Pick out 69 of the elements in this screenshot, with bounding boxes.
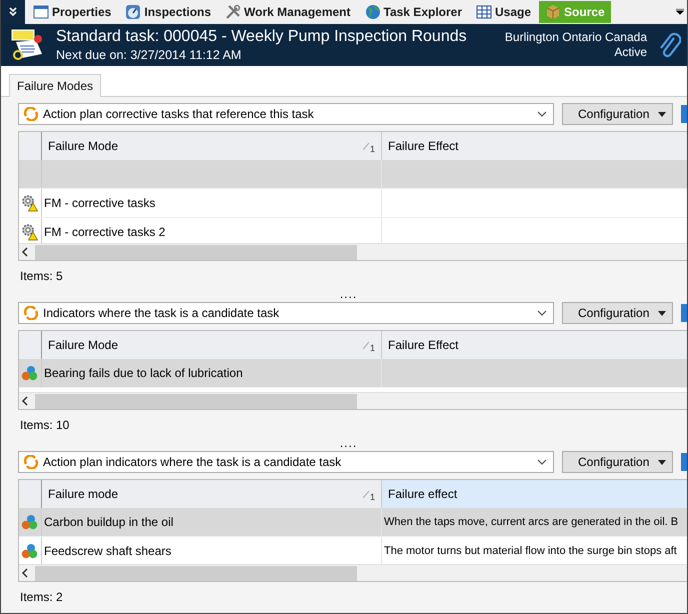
gear-warning-icon bbox=[21, 194, 39, 212]
table-cell: Bearing fails due to lack of lubrication bbox=[44, 366, 243, 380]
dropdown-arrow-icon bbox=[658, 310, 666, 316]
column-header[interactable]: Failure Effect bbox=[382, 331, 687, 359]
column-header[interactable]: Failure effect bbox=[382, 480, 687, 508]
query-dropdown[interactable]: Action plan corrective tasks that reference this task bbox=[18, 103, 554, 125]
tools-icon bbox=[225, 4, 242, 20]
toolbar-tab[interactable]: Properties bbox=[27, 1, 118, 23]
overflow-icon[interactable] bbox=[676, 9, 684, 15]
dropdown-arrow-icon bbox=[658, 112, 666, 116]
table-cell: FM - corrective tasks bbox=[44, 196, 156, 210]
globe-icon bbox=[364, 4, 381, 20]
refresh-icon bbox=[23, 306, 39, 320]
splitter-handle[interactable]: .... bbox=[340, 289, 358, 299]
table-cell: Feedscrew shaft shears bbox=[44, 544, 172, 558]
query-dropdown[interactable]: Indicators where the task is a candidate task bbox=[18, 302, 554, 324]
task-title: Standard task: 000045 - Weekly Pump Inspection Rounds bbox=[56, 26, 468, 46]
sort-icon bbox=[362, 142, 369, 150]
gauge-icon bbox=[125, 4, 142, 20]
table-cell: Carbon buildup in the oil bbox=[44, 515, 174, 529]
toolbar-tab[interactable]: Usage bbox=[470, 1, 538, 23]
toolbar-tab[interactable]: Inspections bbox=[119, 1, 218, 23]
table-cell: When the taps move, current arcs are generated in the oil. B bbox=[384, 516, 678, 528]
configuration-button[interactable]: Configuration bbox=[562, 451, 673, 473]
dropdown-arrow-icon bbox=[658, 460, 666, 464]
tab[interactable]: Failure Modes bbox=[9, 74, 102, 97]
item-count: Items: 5 bbox=[20, 269, 64, 283]
task-icon bbox=[10, 28, 44, 62]
window-icon bbox=[33, 4, 49, 20]
sort-icon bbox=[362, 490, 369, 498]
cubes-icon bbox=[21, 365, 39, 381]
refresh-icon bbox=[23, 107, 39, 121]
box-icon bbox=[545, 4, 562, 20]
task-status: Active bbox=[614, 45, 647, 60]
table-icon bbox=[476, 4, 492, 20]
side-button[interactable] bbox=[681, 453, 687, 471]
paperclip-icon[interactable] bbox=[659, 30, 681, 60]
sort-order: 1 bbox=[370, 492, 375, 502]
horizontal-scrollbar[interactable] bbox=[19, 392, 687, 409]
chevron-icon bbox=[8, 7, 18, 17]
query-dropdown[interactable]: Action plan indicators where the task is a candidate task bbox=[18, 451, 554, 473]
side-button[interactable] bbox=[681, 105, 687, 123]
configuration-button[interactable]: Configuration bbox=[562, 302, 673, 324]
grid-row[interactable]: FM - corrective tasks bbox=[19, 189, 687, 218]
gear-warning-icon bbox=[21, 223, 39, 241]
item-count: Items: 2 bbox=[20, 590, 64, 604]
horizontal-scrollbar[interactable] bbox=[19, 564, 687, 581]
column-header[interactable]: Failure Effect bbox=[382, 132, 687, 160]
cubes-icon bbox=[21, 543, 39, 559]
toolbar-tab[interactable]: Task Explorer bbox=[358, 1, 468, 23]
item-count: Items: 10 bbox=[20, 418, 70, 432]
cubes-icon bbox=[21, 514, 39, 530]
grid-row[interactable]: Carbon buildup in the oil When the taps move, current arcs are generated in the oil. B bbox=[19, 508, 687, 537]
refresh-icon bbox=[23, 455, 39, 469]
configuration-button[interactable]: Configuration bbox=[562, 103, 673, 125]
sort-order: 1 bbox=[370, 343, 375, 353]
menu-button[interactable] bbox=[1, 0, 25, 24]
table-cell: FM - corrective tasks 2 bbox=[44, 225, 166, 239]
toolbar-tab[interactable]: Work Management bbox=[219, 1, 357, 23]
site-location: Burlington Ontario Canada bbox=[504, 30, 647, 45]
table-cell: The motor turns but material flow into the surge bin stops aft bbox=[384, 545, 677, 557]
due-date: Next due on: 3/27/2014 11:12 AM bbox=[56, 46, 242, 64]
sort-order: 1 bbox=[370, 144, 375, 154]
grid-row[interactable]: Bearing fails due to lack of lubrication bbox=[19, 359, 687, 388]
sort-icon bbox=[362, 342, 369, 348]
grid-row[interactable] bbox=[19, 160, 687, 189]
side-button[interactable] bbox=[681, 304, 687, 322]
splitter-handle[interactable]: .... bbox=[340, 438, 358, 448]
horizontal-scrollbar[interactable] bbox=[19, 243, 687, 260]
